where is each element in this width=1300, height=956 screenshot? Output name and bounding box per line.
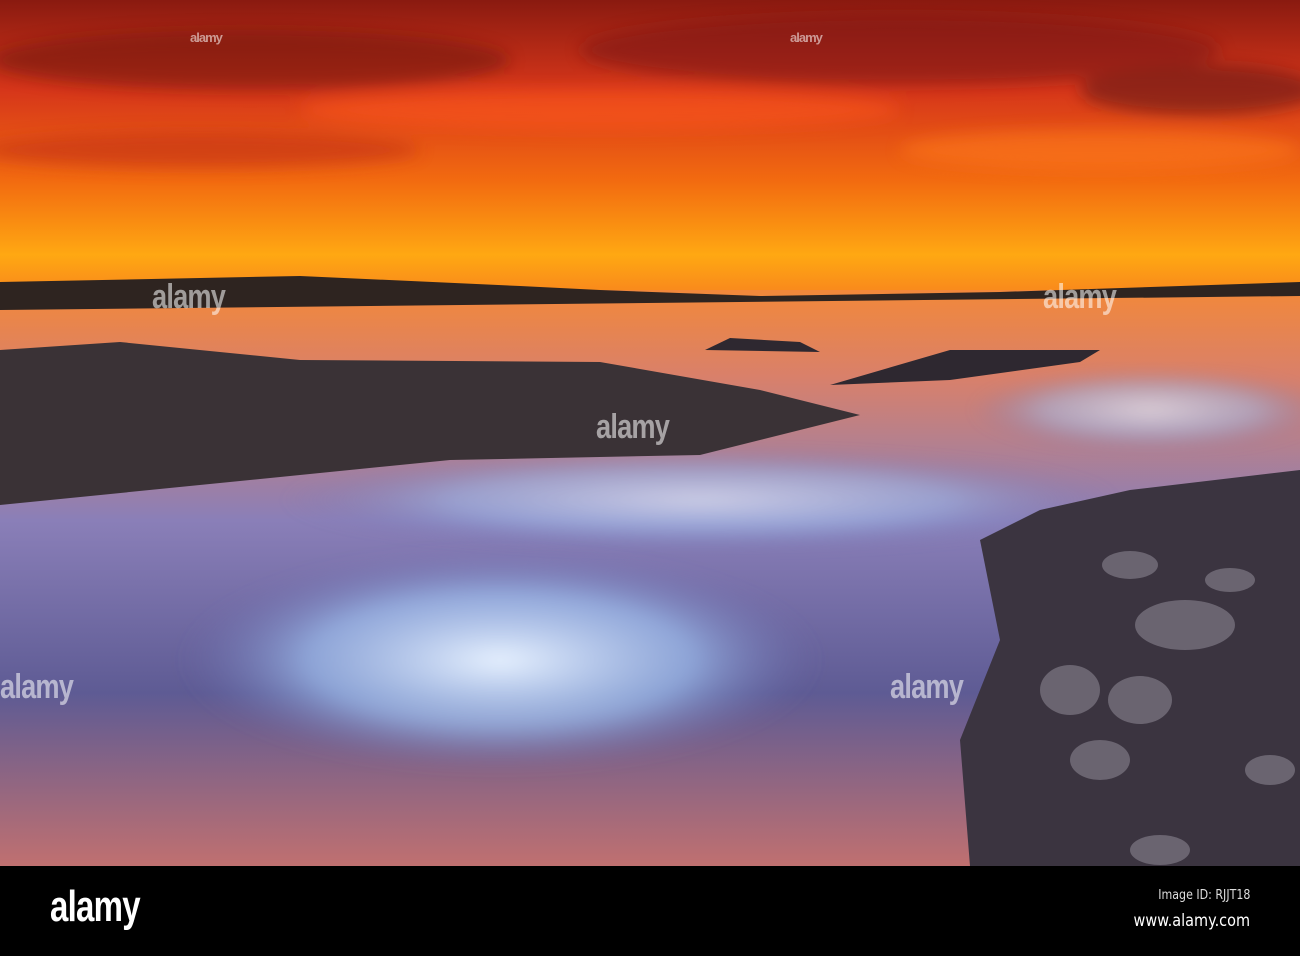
- watermark: alamy: [190, 30, 223, 45]
- watermark: alamy: [596, 408, 670, 446]
- alamy-logo: alamy: [50, 882, 141, 931]
- watermark: alamy: [1043, 278, 1117, 316]
- watermark: alamy: [152, 278, 226, 316]
- site-url: www.alamy.com: [1133, 911, 1250, 931]
- watermark: alamy: [890, 668, 964, 706]
- watermark: alamy: [0, 668, 74, 706]
- watermark-footer: alamy Image ID: RJJT18 www.alamy.com: [0, 866, 1300, 956]
- image-id: Image ID: RJJT18: [1157, 888, 1250, 903]
- watermark: alamy: [790, 30, 823, 45]
- sunset-seascape-photo: alamy alamy alamy alamy alamy alamy alam…: [0, 0, 1300, 866]
